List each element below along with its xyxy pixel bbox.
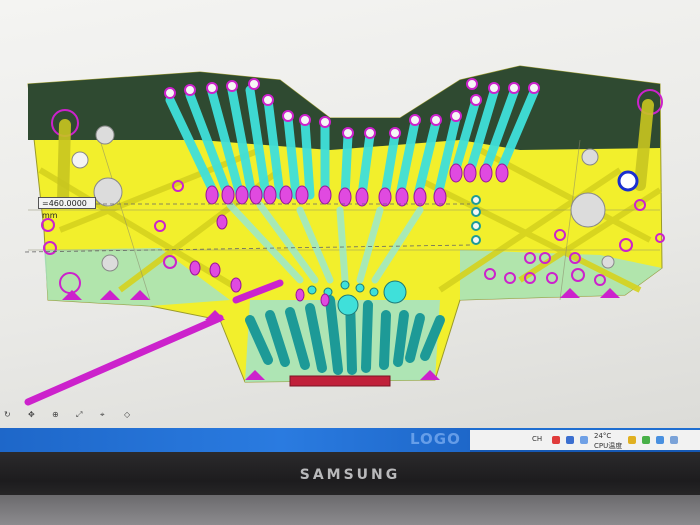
monitor-screen: =460.0000 mm ↻ ✥ ⊕ ⤢ ⌖ ◇ [0,0,700,428]
taskbar-logo: LOGO [410,430,461,448]
zoom-icon[interactable]: ⊕ [52,410,59,419]
measure-icon[interactable]: ⌖ [100,410,105,420]
dimension-label: =460.0000 mm [38,197,96,220]
fit-icon[interactable]: ⤢ [76,410,82,420]
keyboard-icon[interactable] [642,436,650,444]
view-toolbar[interactable]: ↻ ✥ ⊕ ⤢ ⌖ ◇ [0,408,160,422]
network-icon[interactable] [566,436,574,444]
desk-surface [0,495,700,525]
cad-viewport[interactable] [0,0,700,428]
mold-part[interactable] [27,65,663,383]
view-cube-icon[interactable]: ◇ [124,410,130,419]
battery-icon[interactable] [628,436,636,444]
tray-temperature[interactable]: 24°C [594,432,611,440]
taskbar: LOGO CH 24°C CPU温度 [0,428,700,452]
monitor-brand: SAMSUNG [299,467,401,483]
taskbar-left [0,428,470,452]
tray-cpu-label: CPU温度 [594,442,623,450]
volume-icon[interactable] [580,436,588,444]
system-tray: CH 24°C CPU温度 [470,430,700,450]
selected-hole[interactable] [617,170,639,192]
shield-icon[interactable] [552,436,560,444]
notification-icon[interactable] [656,436,664,444]
clock-icon[interactable] [670,436,678,444]
pan-icon[interactable]: ✥ [28,410,35,419]
gate-block[interactable] [289,375,391,387]
rotate-icon[interactable]: ↻ [4,410,11,419]
tray-language[interactable]: CH [532,435,542,443]
